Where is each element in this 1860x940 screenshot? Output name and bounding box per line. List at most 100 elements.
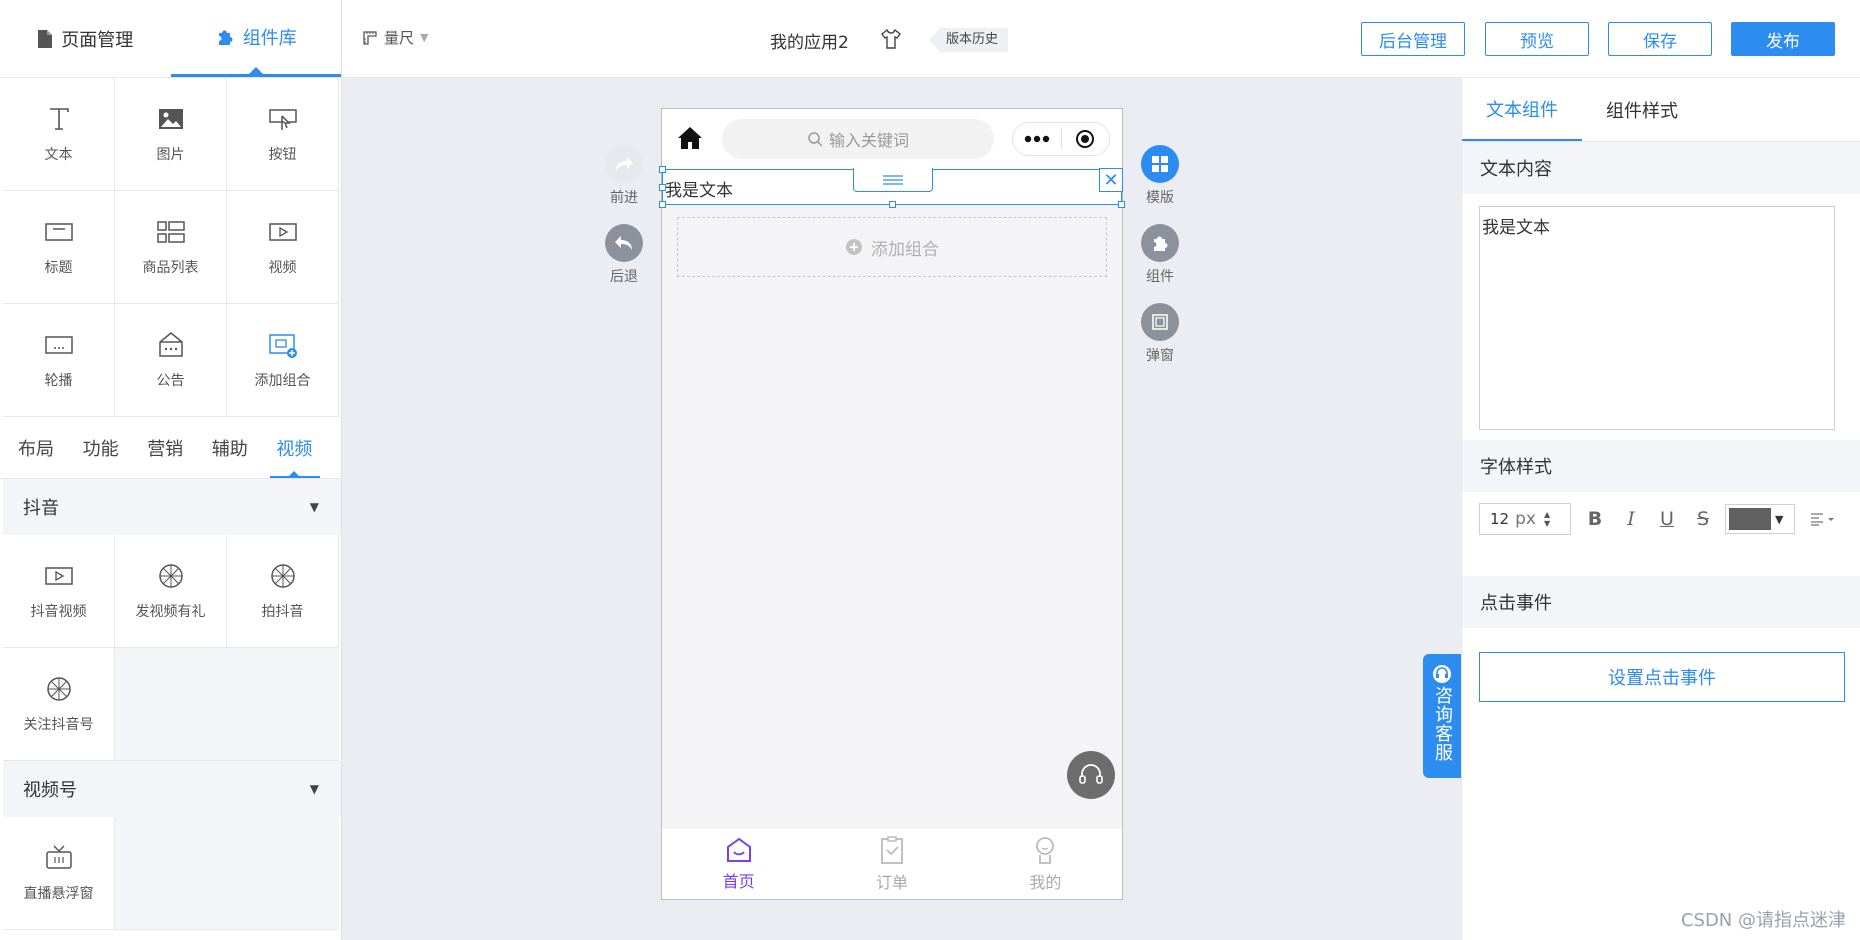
strikethrough-icon: S: [1696, 508, 1710, 530]
tv-icon: [45, 845, 72, 869]
preview-button[interactable]: 预览: [1485, 22, 1589, 56]
drag-handle[interactable]: [853, 168, 933, 192]
component-shoot-douyin[interactable]: 拍抖音: [227, 535, 339, 648]
save-button[interactable]: 保存: [1608, 22, 1712, 56]
admin-button[interactable]: 后台管理: [1361, 22, 1465, 56]
align-left-icon: [1811, 513, 1834, 526]
category-tab-marketing[interactable]: 营销: [147, 417, 212, 478]
tabbar-item-home[interactable]: 首页: [662, 829, 815, 899]
douyin-grid: 抖音视频 发视频有礼 拍抖音 关注抖音号: [3, 535, 341, 761]
component-image[interactable]: 图片: [115, 78, 227, 191]
component-notice[interactable]: 公告: [115, 304, 227, 417]
phone-search-input[interactable]: 输入关键词: [722, 119, 994, 159]
tab-text-component[interactable]: 文本组件: [1462, 78, 1582, 141]
font-style-row: 12 px ▲ ▼ B I U S ▼: [1479, 503, 1843, 535]
underline-icon: U: [1660, 508, 1674, 530]
resize-handle[interactable]: [1118, 201, 1125, 208]
component-text[interactable]: 文本: [3, 78, 115, 191]
component-button[interactable]: 按钮: [227, 78, 339, 191]
tabbar-item-mine[interactable]: 我的: [969, 829, 1122, 899]
home-icon[interactable]: [676, 125, 704, 151]
back-icon: [605, 224, 643, 262]
ruler-dropdown[interactable]: 量尺 ▼: [362, 27, 428, 48]
component-product-list[interactable]: 商品列表: [115, 191, 227, 304]
font-size-value: 12: [1490, 510, 1510, 528]
category-tab-function[interactable]: 功能: [83, 417, 148, 478]
home-tab-icon: [726, 837, 751, 862]
component-carousel[interactable]: 轮播: [3, 304, 115, 417]
set-click-event-button[interactable]: 设置点击事件: [1479, 652, 1845, 702]
customer-service-float-button[interactable]: [1067, 751, 1115, 799]
section-douyin[interactable]: 抖音 ▼: [3, 479, 341, 535]
italic-button[interactable]: I: [1613, 503, 1649, 535]
selected-text-component[interactable]: 我是文本 ✕: [659, 166, 1125, 208]
component-label: 标题: [44, 260, 73, 276]
tabbar-item-orders[interactable]: 订单: [815, 829, 968, 899]
caret-down-icon: ▼: [1775, 512, 1784, 526]
aperture-icon: [158, 564, 183, 588]
drag-lines-icon: [883, 174, 903, 185]
close-miniprogram-button[interactable]: [1062, 129, 1110, 149]
underline-button[interactable]: U: [1649, 503, 1685, 535]
consult-service-tab[interactable]: 咨询客服: [1423, 654, 1461, 778]
phone-header: 输入关键词: [662, 109, 1122, 169]
theme-button[interactable]: [880, 28, 902, 54]
forward-icon: [605, 145, 643, 183]
tab-component-library[interactable]: 组件库: [170, 0, 341, 77]
template-button[interactable]: 模版: [1141, 145, 1179, 207]
phone-canvas: 输入关键词 我是文本 ✕ 添加组合 首页 订单 我的: [659, 108, 1125, 900]
publish-button[interactable]: 发布: [1731, 22, 1835, 56]
component-label: 发视频有礼: [135, 604, 206, 620]
tab-component-style[interactable]: 组件样式: [1582, 78, 1702, 141]
component-douyin-video[interactable]: 抖音视频: [3, 535, 115, 648]
template-label: 模版: [1146, 190, 1174, 206]
back-button[interactable]: 后退: [605, 224, 643, 286]
component-follow-douyin[interactable]: 关注抖音号: [3, 648, 115, 761]
tab-page-management[interactable]: 页面管理: [0, 0, 171, 77]
resize-handle[interactable]: [659, 201, 666, 208]
plus-circle-icon: [846, 239, 862, 255]
top-bar: 量尺 ▼ 我的应用2 版本历史 后台管理 预览 保存 发布: [342, 0, 1860, 78]
document-icon: [38, 29, 53, 48]
phone-tabbar: 首页 订单 我的: [662, 829, 1122, 899]
video-icon: [268, 223, 297, 241]
section-channels[interactable]: 视频号 ▼: [3, 761, 341, 817]
component-side-button[interactable]: 组件: [1141, 224, 1179, 286]
component-add-group[interactable]: 添加组合: [227, 304, 339, 417]
component-title[interactable]: 标题: [3, 191, 115, 304]
more-button[interactable]: [1013, 135, 1061, 143]
forward-button[interactable]: 前进: [605, 145, 643, 207]
add-combo-label: 添加组合: [871, 239, 939, 260]
font-color-picker[interactable]: ▼: [1725, 504, 1795, 534]
align-dropdown[interactable]: [1803, 503, 1843, 535]
category-tab-layout[interactable]: 布局: [18, 417, 83, 478]
delete-component-button[interactable]: ✕: [1099, 168, 1123, 192]
headset-icon: [1079, 764, 1103, 784]
strikethrough-button[interactable]: S: [1685, 503, 1721, 535]
category-tabs: 布局 功能 营销 辅助 视频: [0, 417, 341, 479]
clipboard-icon: [881, 836, 903, 864]
resize-handle[interactable]: [659, 184, 666, 191]
text-content-input[interactable]: [1479, 206, 1835, 430]
ruler-icon: [363, 30, 377, 45]
add-combo-zone[interactable]: 添加组合: [677, 217, 1107, 277]
font-size-input[interactable]: 12 px ▲ ▼: [1479, 503, 1571, 535]
search-icon: [808, 132, 823, 147]
bold-button[interactable]: B: [1577, 503, 1613, 535]
puzzle-icon: [218, 30, 233, 45]
component-grid: 文本 图片 按钮 标题 商品列表 视频 轮播 公告 添加组合: [3, 78, 341, 417]
component-video-gift[interactable]: 发视频有礼: [115, 535, 227, 648]
category-tab-auxiliary[interactable]: 辅助: [212, 417, 277, 478]
more-dots-icon: [1024, 135, 1049, 143]
button-icon: [268, 109, 297, 130]
category-tab-video[interactable]: 视频: [270, 417, 341, 478]
component-live-float[interactable]: 直播悬浮窗: [3, 817, 115, 930]
font-size-spinner[interactable]: ▲ ▼: [1544, 510, 1550, 528]
component-video[interactable]: 视频: [227, 191, 339, 304]
resize-handle[interactable]: [659, 166, 666, 173]
component-label: 商品列表: [142, 260, 199, 276]
consult-label: 咨询客服: [1432, 686, 1453, 762]
version-history-button[interactable]: 版本历史: [930, 28, 1009, 52]
popup-button[interactable]: 弹窗: [1141, 303, 1179, 365]
resize-handle[interactable]: [889, 201, 896, 208]
